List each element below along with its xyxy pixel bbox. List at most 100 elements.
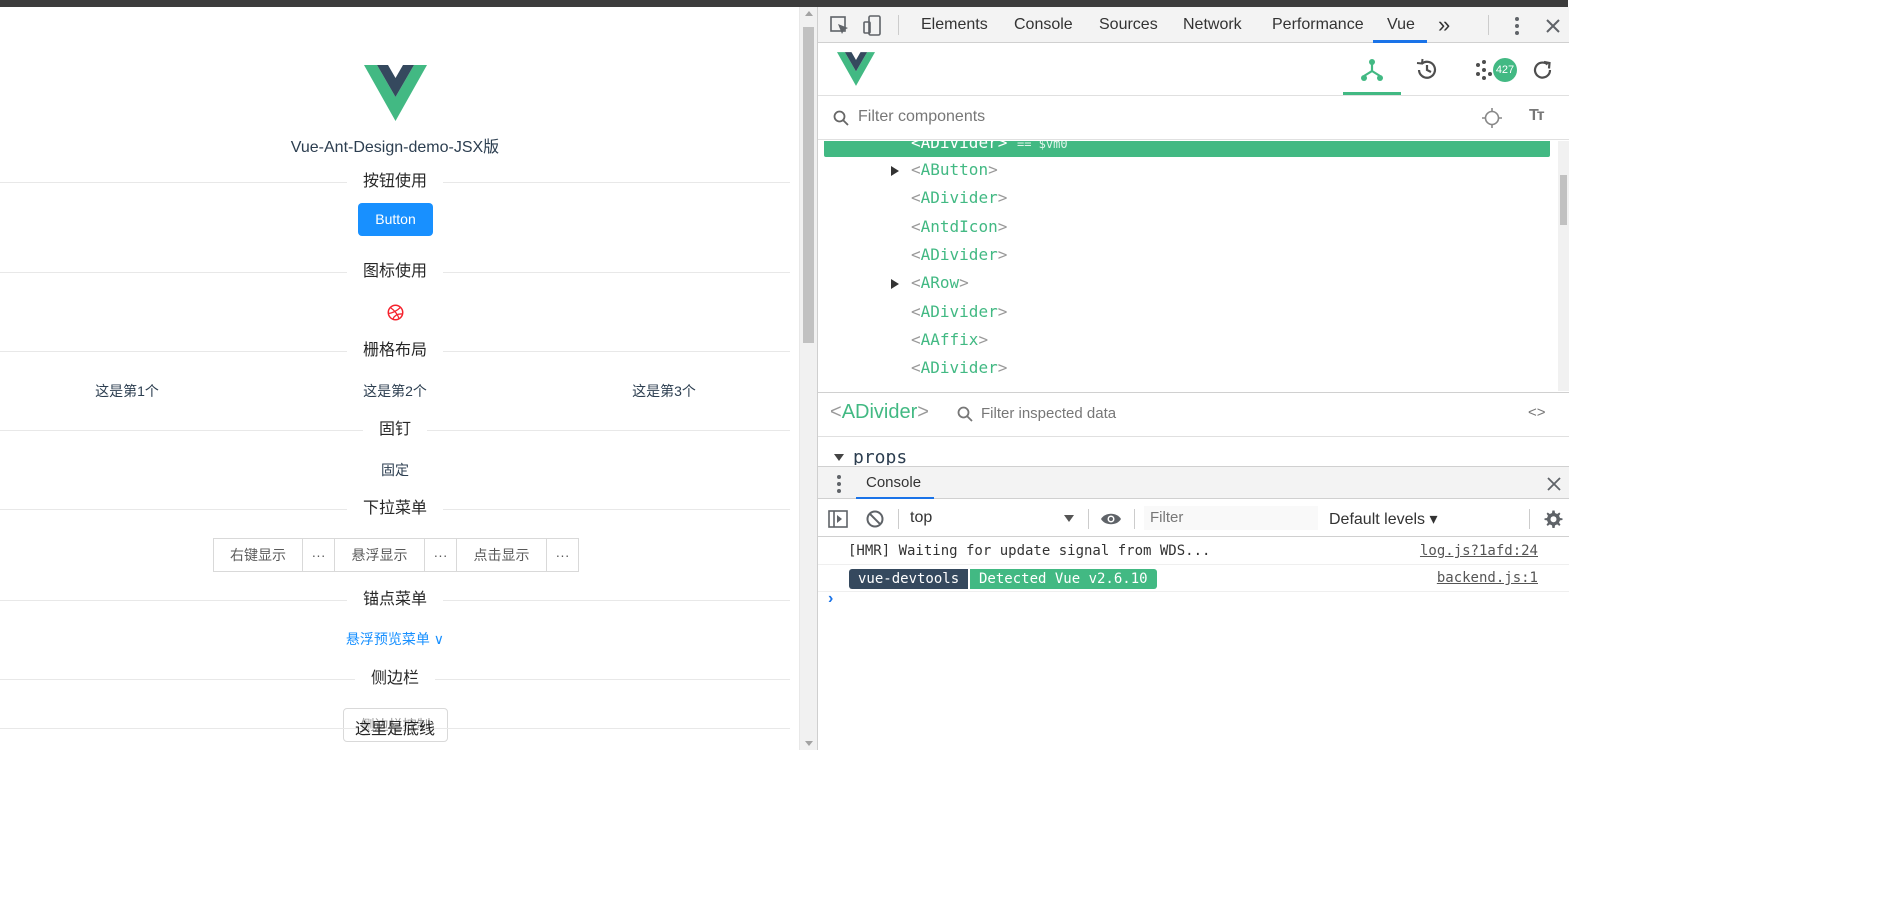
event-count-badge: 427: [1493, 58, 1517, 82]
inspected-component-label: ADivider: [841, 401, 918, 423]
detected-vue-badge: Detected Vue v2.6.10: [970, 569, 1157, 589]
dropdown-more-click[interactable]: ···: [546, 538, 579, 572]
tree-row[interactable]: <ARow>: [818, 269, 1558, 297]
dropdown-button-click[interactable]: 点击显示: [456, 538, 547, 572]
divider-affix-section: 固钉: [0, 418, 790, 442]
component-filter-input[interactable]: Filter components: [858, 108, 985, 126]
open-in-editor-icon[interactable]: <>: [1528, 404, 1546, 421]
inspected-component-name: <ADivider>: [830, 401, 929, 423]
tab-network[interactable]: Network: [1183, 16, 1242, 34]
console-filter-input[interactable]: Filter: [1144, 506, 1318, 530]
expand-arrow-icon[interactable]: [891, 279, 899, 289]
expand-arrow-icon[interactable]: [891, 166, 899, 176]
search-icon: [833, 110, 849, 126]
props-label: props: [853, 447, 908, 465]
tab-performance[interactable]: Performance: [1272, 16, 1364, 34]
tree-row[interactable]: <ADivider>: [818, 298, 1558, 326]
console-toolbar: top Filter Default levels ▾: [818, 500, 1569, 537]
tree-scrollbar-thumb[interactable]: [1560, 175, 1567, 225]
kebab-menu-icon[interactable]: [1506, 15, 1528, 37]
console-prompt[interactable]: ›: [828, 590, 833, 608]
tree-row[interactable]: <AButton>: [818, 156, 1558, 184]
drawer-tab-console[interactable]: Console: [866, 474, 921, 491]
primary-button[interactable]: Button: [358, 203, 433, 236]
format-component-names-icon[interactable]: Tт: [1529, 107, 1545, 125]
context-dropdown-arrow-icon[interactable]: [1064, 515, 1074, 522]
tree-node-name: ADivider: [920, 245, 998, 264]
tab-separator: [898, 15, 899, 35]
tree-row[interactable]: <ADivider>: [818, 241, 1558, 269]
divider-grid-section: 栅格布局: [0, 339, 790, 363]
console-settings-gear-icon[interactable]: [1543, 509, 1563, 529]
page-scrollbar-thumb[interactable]: [803, 27, 814, 343]
tab-console[interactable]: Console: [1014, 16, 1073, 34]
log-levels-dropdown[interactable]: Default levels ▾: [1329, 509, 1438, 529]
tree-row-selected[interactable]: <ADivider> == $vm0: [824, 141, 1550, 157]
log-message: [HMR] Waiting for update signal from WDS…: [848, 543, 1211, 559]
history-icon[interactable]: [1414, 57, 1440, 83]
console-drawer-tabbar: Console: [818, 466, 1569, 499]
inspect-element-icon[interactable]: [829, 15, 851, 37]
vue-devtools-header: 427: [818, 43, 1569, 96]
scroll-up-arrow-icon[interactable]: [805, 11, 813, 16]
toolbar-separator: [898, 509, 899, 529]
divider-anchor-section: 锚点菜单: [0, 588, 790, 612]
dropdown-button-contextmenu[interactable]: 右键显示: [213, 538, 303, 572]
dropdown-button-hover[interactable]: 悬浮显示: [334, 538, 425, 572]
clear-console-icon[interactable]: [865, 509, 885, 529]
tree-node-name: ADivider: [920, 141, 998, 152]
device-toolbar-icon[interactable]: [862, 15, 884, 37]
tree-scrollbar[interactable]: [1558, 141, 1569, 391]
divider-icon-section: 图标使用: [0, 260, 790, 284]
tab-sources[interactable]: Sources: [1099, 16, 1158, 34]
live-expression-eye-icon[interactable]: [1100, 509, 1122, 529]
drawer-menu-icon[interactable]: [836, 475, 842, 493]
context-selector[interactable]: top: [910, 509, 932, 527]
log-source-link[interactable]: backend.js:1: [1437, 570, 1538, 586]
anchor-hover-menu-link[interactable]: 悬浮预览菜单 ∨: [0, 629, 790, 649]
close-devtools-icon[interactable]: [1542, 15, 1564, 37]
inspected-data-filter-input[interactable]: Filter inspected data: [981, 405, 1116, 422]
scroll-down-arrow-icon[interactable]: [805, 741, 813, 746]
section-title-grid: 栅格布局: [346, 339, 444, 363]
dropdown-more-contextmenu[interactable]: ···: [302, 538, 335, 572]
page-scrollbar[interactable]: [799, 7, 817, 750]
collapse-arrow-icon[interactable]: [834, 454, 844, 461]
console-log-row: [HMR] Waiting for update signal from WDS…: [818, 538, 1569, 565]
dropdown-button-group: 右键显示 ··· 悬浮显示 ··· 点击显示 ···: [213, 538, 579, 572]
section-title-sider: 侧边栏: [354, 667, 436, 691]
vm-reference: == $vm0: [1016, 141, 1068, 151]
dribbble-icon: [387, 304, 404, 321]
select-component-in-page-icon[interactable]: [1481, 107, 1503, 129]
devtools-tab-bar: Elements Console Sources Network Perform…: [818, 7, 1569, 43]
more-tabs-button[interactable]: »: [1438, 12, 1450, 38]
inspector-header: <ADivider> Filter inspected data <>: [818, 392, 1569, 437]
tree-row[interactable]: <AntdIcon>: [818, 213, 1558, 241]
log-source-link[interactable]: log.js?1afd:24: [1420, 543, 1538, 559]
console-log-row: vue-devtools Detected Vue v2.6.10 backen…: [818, 565, 1569, 592]
dropdown-more-hover[interactable]: ···: [424, 538, 457, 572]
grid-cell-3: 这是第3个: [632, 383, 696, 399]
show-sidebar-icon[interactable]: [828, 509, 848, 529]
tab-elements[interactable]: Elements: [921, 16, 988, 34]
props-section[interactable]: props: [818, 438, 1569, 465]
drawer-tab-indicator: [856, 497, 934, 499]
refresh-icon[interactable]: [1530, 57, 1556, 83]
tree-node-name: ADivider: [920, 302, 998, 321]
close-drawer-icon[interactable]: [1547, 477, 1561, 491]
grid-cell-2: 这是第2个: [363, 383, 427, 399]
grid-cell-1: 这是第1个: [95, 383, 159, 399]
vue-devtools-badge: vue-devtools: [849, 569, 969, 589]
tree-row[interactable]: <ADivider>: [818, 354, 1558, 382]
tab-vue[interactable]: Vue: [1387, 16, 1415, 34]
tree-node-name: ADivider: [920, 188, 998, 207]
tree-row[interactable]: <ADivider>: [818, 184, 1558, 212]
components-tree-icon[interactable]: [1359, 57, 1385, 83]
affix-content: 固定: [381, 462, 409, 478]
component-filter-bar: Filter components Tт: [818, 97, 1569, 140]
tree-row[interactable]: <AAffix>: [818, 326, 1558, 354]
toolbar-separator: [1088, 509, 1089, 529]
section-title-anchor: 锚点菜单: [346, 588, 444, 612]
components-tab-indicator: [1343, 92, 1401, 95]
divider-dropdown-section: 下拉菜单: [0, 497, 790, 521]
